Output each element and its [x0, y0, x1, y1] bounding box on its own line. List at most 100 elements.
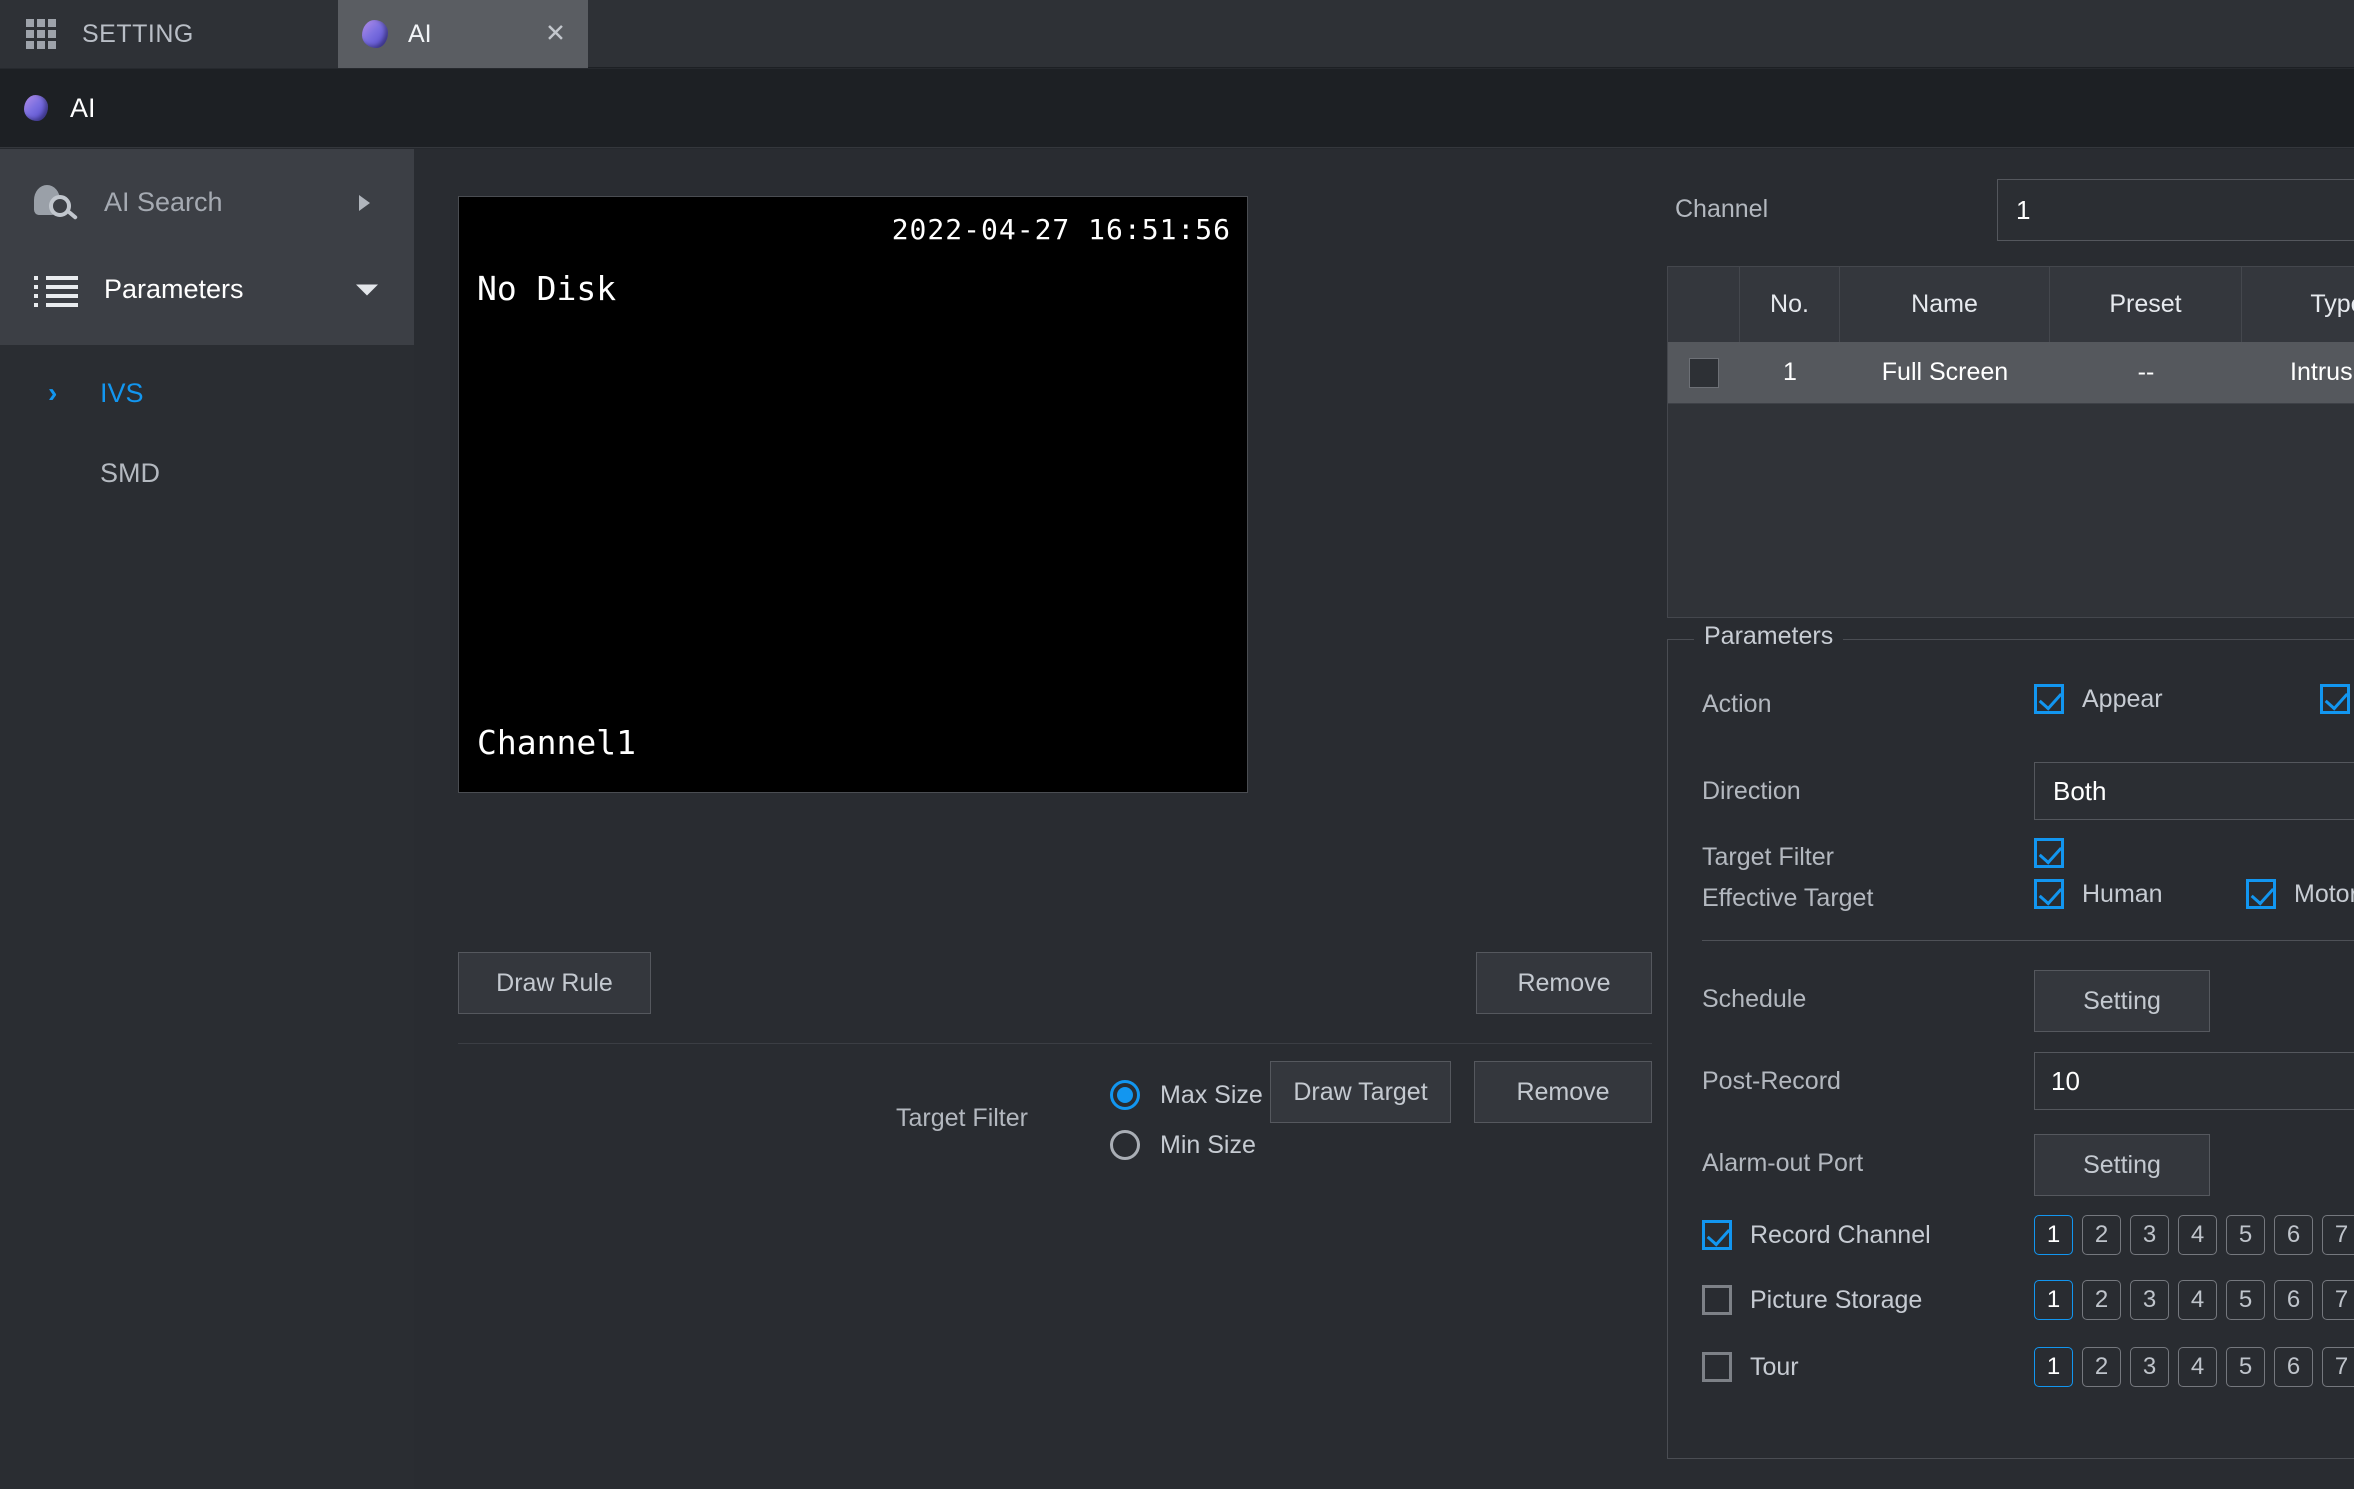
- radio-max-size-control[interactable]: [1110, 1080, 1140, 1110]
- sidebar-item-ai-search[interactable]: AI Search: [0, 159, 414, 246]
- draw-rule-button[interactable]: Draw Rule: [458, 952, 651, 1014]
- record-channel-3[interactable]: 3: [2130, 1215, 2169, 1255]
- picture-storage-4[interactable]: 4: [2178, 1280, 2217, 1320]
- tour-number-row: 1 2 3 4 5 6 7 8: [2034, 1347, 2354, 1387]
- checkbox-record-channel[interactable]: Record Channel: [1702, 1220, 1931, 1250]
- picture-storage-1[interactable]: 1: [2034, 1280, 2073, 1320]
- record-channel-5[interactable]: 5: [2226, 1215, 2265, 1255]
- post-record-value: 10: [2051, 1065, 2080, 1096]
- checkbox-tour-control[interactable]: [1702, 1352, 1732, 1382]
- grid-icon: [26, 19, 56, 49]
- table-header-no: No.: [1740, 267, 1840, 342]
- channel-select[interactable]: 1: [1997, 179, 2354, 241]
- direction-label: Direction: [1702, 777, 1801, 805]
- checkbox-cross-control[interactable]: [2320, 684, 2350, 714]
- parameters-panel: Parameters Action Appear Cross Direction…: [1667, 622, 2354, 1459]
- list-icon: [34, 273, 82, 307]
- picture-storage-6[interactable]: 6: [2274, 1280, 2313, 1320]
- checkbox-record-channel-control[interactable]: [1702, 1220, 1732, 1250]
- video-preview[interactable]: 2022-04-27 16:51:56 No Disk Channel1: [458, 196, 1248, 793]
- tour-4[interactable]: 4: [2178, 1347, 2217, 1387]
- target-filter-section: Target Filter Max Size Min Size: [458, 1054, 1652, 1174]
- table-body: 1 Full Screen -- Intrusion: [1668, 342, 2354, 617]
- alarm-out-setting-button[interactable]: Setting: [2034, 1134, 2210, 1196]
- checkbox-human-control[interactable]: [2034, 879, 2064, 909]
- sidebar-item-ivs[interactable]: › IVS: [0, 353, 414, 433]
- record-channel-2[interactable]: 2: [2082, 1215, 2121, 1255]
- tour-5[interactable]: 5: [2226, 1347, 2265, 1387]
- video-status-nodisk: No Disk: [477, 269, 617, 308]
- rules-table: No. Name Preset Type + 1 Full Screen -- …: [1667, 266, 2354, 618]
- table-header-row: No. Name Preset Type +: [1668, 267, 2354, 342]
- tab-setting[interactable]: SETTING: [0, 0, 338, 68]
- page-title: AI: [70, 92, 96, 123]
- draw-target-button[interactable]: Draw Target: [1270, 1061, 1451, 1123]
- record-channel-number-row: 1 2 3 4 5 6 7 8: [2034, 1215, 2354, 1255]
- checkbox-tour[interactable]: Tour: [1702, 1352, 1799, 1382]
- chevron-right-icon: ›: [48, 377, 58, 408]
- alarm-out-port-label: Alarm-out Port: [1702, 1149, 1864, 1177]
- checkbox-human[interactable]: Human: [2034, 879, 2163, 909]
- checkbox-appear[interactable]: Appear: [2034, 684, 2163, 714]
- row-no: 1: [1783, 358, 1797, 386]
- checkbox-cross[interactable]: Cross: [2320, 684, 2354, 714]
- target-filter-label: Target Filter: [896, 1104, 1028, 1132]
- main-content: 2022-04-27 16:51:56 No Disk Channel1 Dra…: [414, 149, 2354, 1489]
- picture-storage-2[interactable]: 2: [2082, 1280, 2121, 1320]
- remove-target-button[interactable]: Remove: [1474, 1061, 1652, 1123]
- row-checkbox[interactable]: [1689, 357, 1719, 388]
- checkbox-record-channel-label: Record Channel: [1750, 1220, 1931, 1249]
- sidebar-item-smd-label: SMD: [100, 457, 160, 488]
- record-channel-6[interactable]: 6: [2274, 1215, 2313, 1255]
- post-record-input[interactable]: 10: [2034, 1052, 2354, 1110]
- video-channel-label: Channel1: [477, 723, 636, 762]
- sidebar-item-parameters[interactable]: Parameters: [0, 246, 414, 333]
- tour-1[interactable]: 1: [2034, 1347, 2073, 1387]
- record-channel-7[interactable]: 7: [2322, 1215, 2354, 1255]
- video-timestamp: 2022-04-27 16:51:56: [891, 213, 1231, 246]
- checkbox-tour-label: Tour: [1750, 1352, 1799, 1381]
- parameters-legend: Parameters: [1694, 622, 1844, 651]
- picture-storage-3[interactable]: 3: [2130, 1280, 2169, 1320]
- target-filter-param-label: Target Filter: [1702, 843, 1834, 871]
- tab-ai[interactable]: AI ✕: [338, 0, 588, 68]
- checkbox-target-filter-control[interactable]: [2034, 838, 2064, 868]
- picture-storage-number-row: 1 2 3 4 5 6 7 8: [2034, 1280, 2354, 1320]
- channel-label: Channel: [1675, 195, 1769, 223]
- tour-6[interactable]: 6: [2274, 1347, 2313, 1387]
- row-name: Full Screen: [1881, 358, 2009, 386]
- tour-3[interactable]: 3: [2130, 1347, 2169, 1387]
- schedule-label: Schedule: [1702, 985, 1807, 1013]
- remove-rule-button[interactable]: Remove: [1476, 952, 1652, 1014]
- direction-select[interactable]: Both: [2034, 762, 2354, 820]
- radio-max-size[interactable]: Max Size: [1110, 1070, 1263, 1120]
- record-channel-1[interactable]: 1: [2034, 1215, 2073, 1255]
- checkbox-picture-storage-control[interactable]: [1702, 1285, 1732, 1315]
- target-filter-radio-group: Max Size Min Size: [1110, 1070, 1263, 1170]
- section-divider: [458, 1043, 1652, 1044]
- radio-min-size-control[interactable]: [1110, 1130, 1140, 1160]
- radio-min-size[interactable]: Min Size: [1110, 1120, 1263, 1170]
- close-icon[interactable]: ✕: [545, 21, 566, 47]
- sidebar-primary-group: AI Search Parameters: [0, 149, 414, 345]
- table-row[interactable]: 1 Full Screen -- Intrusion: [1668, 342, 2354, 404]
- tour-7[interactable]: 7: [2322, 1347, 2354, 1387]
- row-type: Intrusion: [2290, 358, 2354, 386]
- checkbox-appear-control[interactable]: [2034, 684, 2064, 714]
- checkbox-target-filter[interactable]: [2034, 838, 2064, 868]
- picture-storage-7[interactable]: 7: [2322, 1280, 2354, 1320]
- checkbox-picture-storage[interactable]: Picture Storage: [1702, 1285, 1922, 1315]
- checkbox-motor-vehicle-label: Motor Vehicle: [2294, 879, 2354, 908]
- checkbox-motor-vehicle[interactable]: Motor Vehicle: [2246, 879, 2354, 909]
- tour-2[interactable]: 2: [2082, 1347, 2121, 1387]
- checkbox-motor-vehicle-control[interactable]: [2246, 879, 2276, 909]
- schedule-setting-button[interactable]: Setting: [2034, 970, 2210, 1032]
- chevron-down-icon: [356, 284, 378, 295]
- table-header-type: Type: [2242, 267, 2354, 342]
- record-channel-4[interactable]: 4: [2178, 1215, 2217, 1255]
- channel-select-value: 1: [2016, 194, 2031, 225]
- picture-storage-5[interactable]: 5: [2226, 1280, 2265, 1320]
- channel-row: Channel 1: [1667, 179, 2354, 241]
- sidebar-item-smd[interactable]: SMD: [0, 433, 414, 513]
- row-preset: --: [2137, 358, 2155, 386]
